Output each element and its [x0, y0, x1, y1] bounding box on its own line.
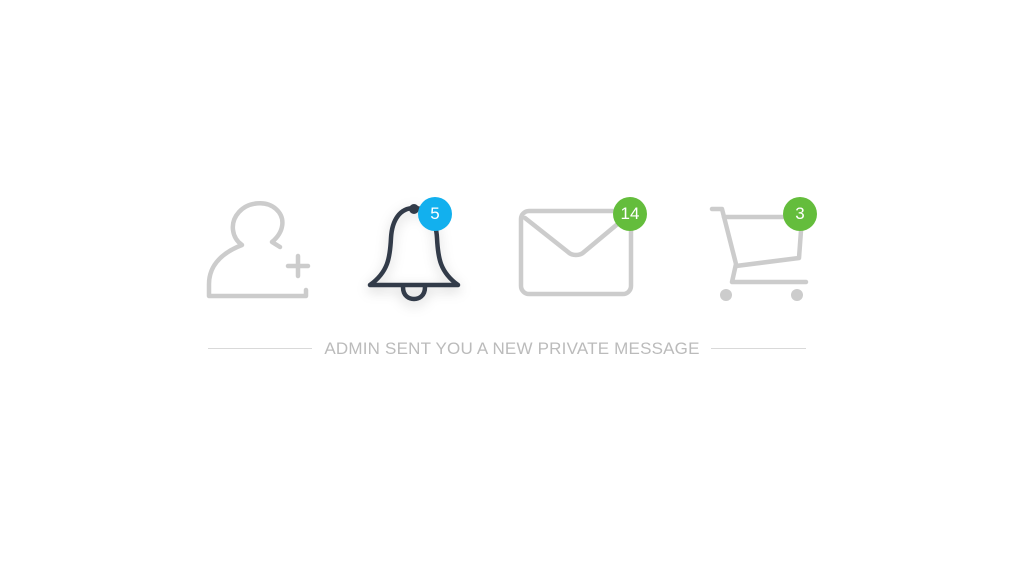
messages-button[interactable]: 14: [516, 196, 650, 300]
add-user-button[interactable]: [204, 200, 314, 302]
add-user-icon: [206, 201, 311, 299]
cart-button[interactable]: 3: [706, 196, 820, 304]
notifications-badge: 5: [418, 197, 452, 231]
messages-badge: 14: [613, 197, 647, 231]
notifications-button[interactable]: 5: [360, 196, 470, 306]
divider-right: [711, 348, 806, 349]
notification-toolbar: 5 14 3 ADMIN SENT YOU A NEW PRIVATE MESS…: [0, 0, 1024, 576]
cart-badge: 3: [783, 197, 817, 231]
notification-message: ADMIN SENT YOU A NEW PRIVATE MESSAGE: [324, 339, 700, 358]
divider-left: [208, 348, 312, 349]
bell-icon: [367, 204, 461, 302]
